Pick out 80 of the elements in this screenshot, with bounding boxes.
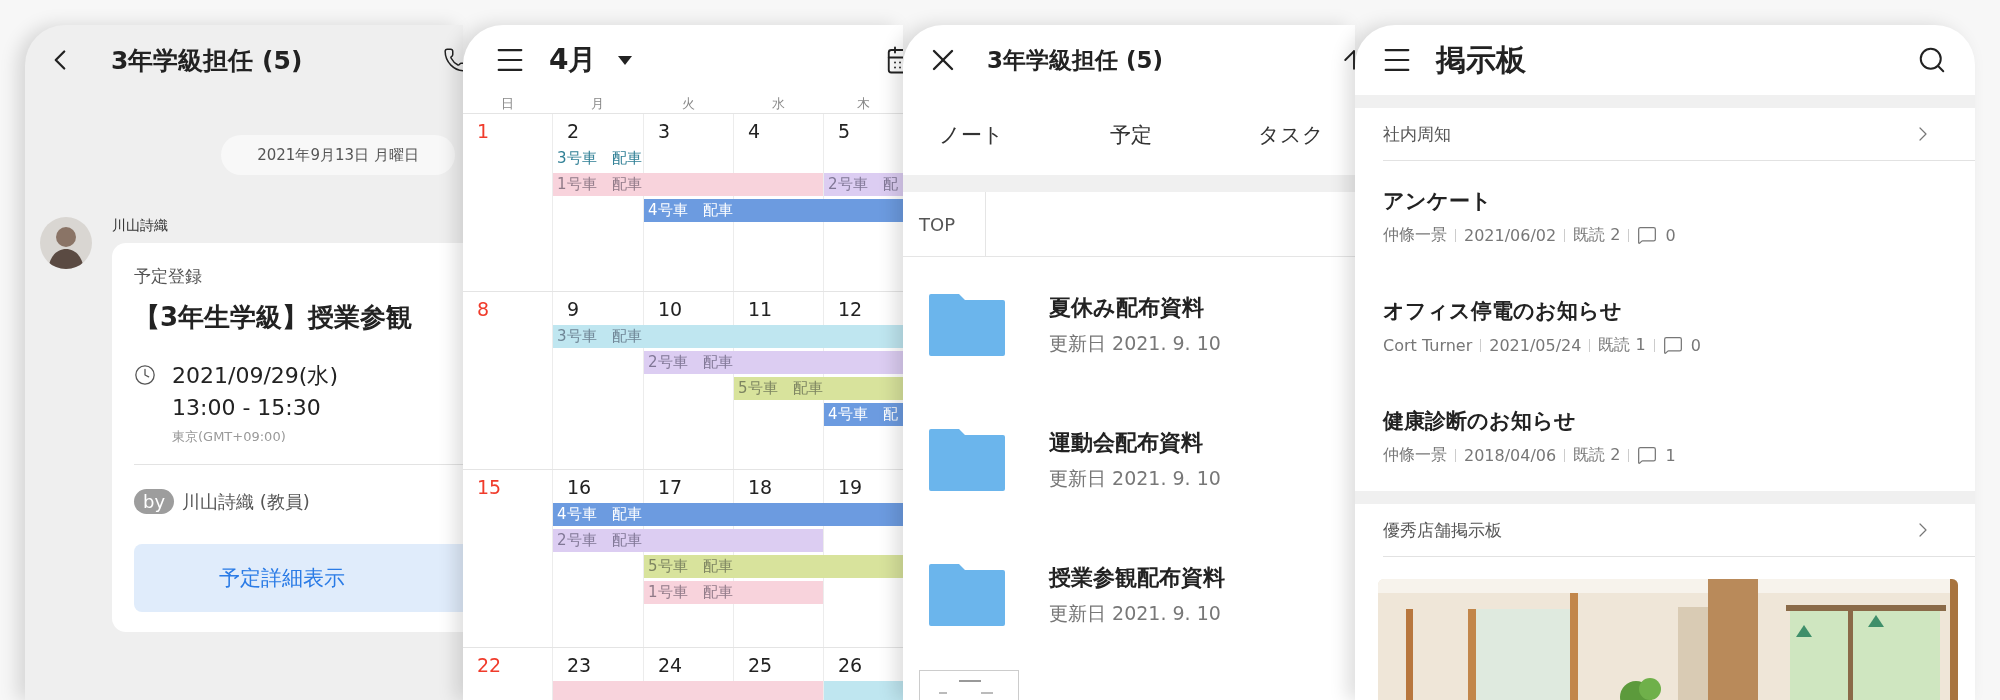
folder-icon xyxy=(929,563,1005,626)
day-number[interactable]: 19 xyxy=(838,476,863,498)
day-number[interactable]: 16 xyxy=(567,476,592,498)
folder-name: 授業参観配布資料 xyxy=(1049,563,1225,592)
month-title[interactable]: 4月 xyxy=(549,41,597,79)
board-title: 掲示板 xyxy=(1436,40,1526,79)
date-separator: 2021年9月13日 月曜日 xyxy=(221,135,455,175)
tab[interactable]: 予定 xyxy=(1110,121,1152,149)
by-badge: by xyxy=(134,489,175,514)
read-count: 既読 2 xyxy=(1573,444,1621,466)
updated-date: 更新日 2021. 9. 10 xyxy=(1049,330,1221,356)
weekday-label: 水 xyxy=(770,95,786,113)
day-number[interactable]: 17 xyxy=(658,476,683,498)
post-author: 仲條一景 xyxy=(1383,224,1447,246)
breadcrumb[interactable]: TOP xyxy=(903,192,986,256)
event-time: 13:00 - 15:30 xyxy=(172,395,322,420)
read-count: 既読 2 xyxy=(1573,224,1621,246)
comment-count: 1 xyxy=(1665,445,1676,465)
post-title[interactable]: アンケート xyxy=(1383,186,1975,215)
folder-row[interactable]: 運動会配布資料 更新日 2021. 9. 10 xyxy=(903,392,1355,527)
event-date: 2021/09/29(水) xyxy=(172,362,338,390)
comment-icon xyxy=(1637,225,1658,245)
search-icon[interactable] xyxy=(1917,45,1947,75)
tab[interactable]: タスク xyxy=(1258,121,1324,149)
weekday-label: 火 xyxy=(680,95,696,113)
card-label: 予定登録 xyxy=(134,265,203,288)
comment-count: 0 xyxy=(1665,225,1676,245)
post-author: Cort Turner xyxy=(1383,335,1473,355)
folder-row[interactable]: 夏休み配布資料 更新日 2021. 9. 10 xyxy=(903,257,1355,392)
avatar xyxy=(40,217,92,269)
day-number[interactable]: 10 xyxy=(658,298,683,320)
folder-icon xyxy=(929,428,1005,491)
day-number[interactable]: 2 xyxy=(567,120,580,142)
day-number[interactable]: 15 xyxy=(477,476,502,498)
event-timezone: 東京(GMT+09:00) xyxy=(172,428,287,446)
post-title[interactable]: 健康診断のお知らせ xyxy=(1383,406,1975,435)
day-number[interactable]: 23 xyxy=(567,654,592,676)
post-author: 仲條一景 xyxy=(1383,444,1447,466)
weekday-label: 木 xyxy=(855,95,871,113)
tab[interactable]: ノート xyxy=(939,121,1004,149)
weekday-label: 月 xyxy=(590,95,605,113)
updated-date: 更新日 2021. 9. 10 xyxy=(1049,465,1221,491)
event-label[interactable]: 3号車 配車 xyxy=(553,147,643,170)
comment-icon xyxy=(1637,445,1658,465)
post-title[interactable]: オフィス停電のお知らせ xyxy=(1383,296,1975,325)
day-number[interactable]: 5 xyxy=(838,120,851,142)
updated-date: 更新日 2021. 9. 10 xyxy=(1049,600,1222,626)
day-number[interactable]: 26 xyxy=(838,654,863,676)
day-number[interactable]: 18 xyxy=(748,476,773,498)
read-count: 既読 1 xyxy=(1598,334,1646,356)
section-title[interactable]: 社内周知 xyxy=(1383,122,1451,146)
comment-icon xyxy=(1662,335,1683,355)
section-title[interactable]: 優秀店舗掲示板 xyxy=(1383,518,1502,542)
day-number[interactable]: 25 xyxy=(748,654,773,676)
day-number[interactable]: 12 xyxy=(838,298,863,320)
event-title: 【3年生学級】授業参観 xyxy=(134,301,414,334)
day-number[interactable]: 9 xyxy=(567,298,580,320)
chat-title: 3年学級担任 (5) xyxy=(111,44,303,77)
folder-name: 夏休み配布資料 xyxy=(1049,293,1205,322)
day-number[interactable]: 1 xyxy=(477,120,490,142)
post-date: 2021/06/02 xyxy=(1464,225,1557,245)
post-date: 2021/05/24 xyxy=(1489,335,1582,355)
clock-icon xyxy=(134,364,156,386)
day-number[interactable]: 4 xyxy=(748,120,761,142)
day-number[interactable]: 11 xyxy=(748,298,773,320)
author-name: 川山詩織 (教員) xyxy=(182,489,310,514)
comment-count: 0 xyxy=(1690,335,1701,355)
phone-icon[interactable] xyxy=(443,47,463,73)
folder-icon xyxy=(929,293,1005,356)
post-date: 2018/04/06 xyxy=(1464,445,1557,465)
notes-title: 3年学級担任 (5) xyxy=(987,45,1164,75)
day-number[interactable]: 3 xyxy=(658,120,671,142)
folder-row[interactable]: 授業参観配布資料 更新日 2021. 9. 10 xyxy=(903,527,1355,662)
weekday-label: 日 xyxy=(500,95,515,113)
folder-name: 運動会配布資料 xyxy=(1049,428,1204,457)
sender-name: 川山詩織 xyxy=(112,217,169,235)
day-number[interactable]: 22 xyxy=(477,654,502,676)
caret-icon[interactable] xyxy=(618,55,633,65)
day-number[interactable]: 8 xyxy=(477,298,490,320)
day-number[interactable]: 24 xyxy=(658,654,683,676)
